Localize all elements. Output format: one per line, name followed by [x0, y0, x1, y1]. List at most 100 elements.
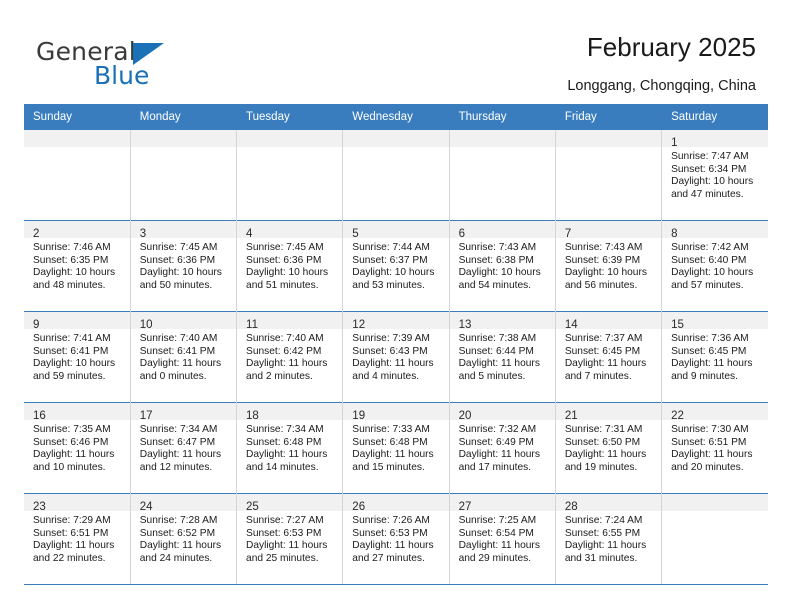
calendar-day-cell-empty [342, 129, 450, 221]
sunrise-time: Sunrise: 7:24 AM [564, 515, 643, 526]
logo-text-blue: Blue [94, 61, 150, 90]
daylight-duration-line1: Daylight: 11 hours [246, 449, 328, 461]
day-number-band: 7 [555, 221, 661, 240]
calendar-day-cell[interactable]: 1 Sunrise: 7:47 AM Sunset: 6:34 PM Daylight… [661, 129, 768, 221]
calendar-day-cell[interactable]: 22 Sunrise: 7:30 AM Sunset: 6:51 PM Dayligh… [661, 402, 768, 494]
calendar-day-cell[interactable]: 14 Sunrise: 7:37 AM Sunset: 6:45 PM Dayligh… [555, 311, 663, 403]
day-number-band: 6 [449, 221, 555, 240]
sunset-time: Sunset: 6:37 PM [352, 254, 428, 266]
day-cell-inner: 22 Sunrise: 7:30 AM Sunset: 6:51 PM Dayligh… [662, 403, 768, 494]
day-details: Sunrise: 7:36 AM Sunset: 6:45 PM Daylight:… [662, 329, 768, 383]
calendar-day-cell[interactable]: 20 Sunrise: 7:32 AM Sunset: 6:49 PM Dayligh… [449, 402, 556, 494]
calendar-day-cell[interactable]: 16 Sunrise: 7:35 AM Sunset: 6:46 PM Dayligh… [24, 402, 131, 494]
day-number-band: 4 [237, 221, 342, 240]
day-number-band [237, 130, 342, 147]
day-details: Sunrise: 7:44 AM Sunset: 6:37 PM Daylight:… [343, 238, 448, 292]
calendar-day-cell[interactable]: 18 Sunrise: 7:34 AM Sunset: 6:48 PM Dayligh… [236, 402, 344, 494]
calendar-day-cell[interactable]: 15 Sunrise: 7:36 AM Sunset: 6:45 PM Dayligh… [661, 311, 768, 403]
calendar-day-cell[interactable]: 28 Sunrise: 7:24 AM Sunset: 6:55 PM Dayligh… [555, 493, 663, 585]
day-number: 18 [246, 410, 259, 422]
day-number-band: 13 [449, 312, 555, 331]
day-details: Sunrise: 7:24 AM Sunset: 6:55 PM Daylight:… [556, 511, 661, 565]
day-cell-inner: 11 Sunrise: 7:40 AM Sunset: 6:42 PM Dayligh… [237, 312, 342, 403]
calendar-day-cell[interactable]: 10 Sunrise: 7:40 AM Sunset: 6:41 PM Dayligh… [130, 311, 238, 403]
daylight-duration-line1: Daylight: 11 hours [564, 358, 647, 370]
calendar-day-cell[interactable]: 17 Sunrise: 7:34 AM Sunset: 6:47 PM Dayligh… [130, 402, 238, 494]
daylight-duration-line1: Daylight: 10 hours [33, 267, 116, 279]
day-number-band: 21 [555, 403, 661, 422]
calendar-day-cell[interactable]: 4 Sunrise: 7:45 AM Sunset: 6:36 PM Daylight… [236, 220, 344, 312]
daylight-duration-line2: and 47 minutes. [671, 188, 744, 200]
daylight-duration-line2: and 31 minutes. [564, 552, 638, 564]
general-blue-logo[interactable]: General Blue [36, 38, 266, 94]
day-details: Sunrise: 7:39 AM Sunset: 6:43 PM Daylight:… [343, 329, 448, 383]
calendar-day-cell[interactable]: 12 Sunrise: 7:39 AM Sunset: 6:43 PM Dayligh… [342, 311, 450, 403]
day-number: 10 [139, 319, 153, 331]
daylight-duration-line1: Daylight: 10 hours [458, 267, 541, 279]
sunrise-time: Sunrise: 7:45 AM [139, 242, 218, 253]
day-number-band: 27 [449, 494, 555, 513]
calendar-body: 1 Sunrise: 7:47 AM Sunset: 6:34 PM Daylight… [24, 129, 768, 585]
sunset-time: Sunset: 6:45 PM [564, 345, 641, 357]
calendar-day-cell[interactable]: 27 Sunrise: 7:25 AM Sunset: 6:54 PM Dayligh… [449, 493, 556, 585]
sunset-time: Sunset: 6:53 PM [246, 527, 322, 539]
sunrise-time: Sunrise: 7:46 AM [33, 242, 111, 253]
day-details: Sunrise: 7:46 AM Sunset: 6:35 PM Daylight:… [24, 238, 129, 292]
day-number-band: 12 [343, 312, 449, 331]
day-cell-inner: 13 Sunrise: 7:38 AM Sunset: 6:44 PM Dayligh… [449, 312, 555, 403]
day-number: 23 [33, 501, 46, 513]
day-details: Sunrise: 7:35 AM Sunset: 6:46 PM Daylight:… [24, 420, 129, 474]
calendar-day-cell[interactable]: 11 Sunrise: 7:40 AM Sunset: 6:42 PM Dayligh… [236, 311, 344, 403]
calendar-day-cell[interactable]: 13 Sunrise: 7:38 AM Sunset: 6:44 PM Dayligh… [449, 311, 556, 403]
day-number-band [662, 494, 768, 511]
calendar-day-cell[interactable]: 2 Sunrise: 7:46 AM Sunset: 6:35 PM Daylight… [24, 220, 131, 312]
calendar-day-cell[interactable]: 3 Sunrise: 7:45 AM Sunset: 6:36 PM Daylight… [130, 220, 238, 312]
day-number: 12 [352, 319, 366, 331]
day-details: Sunrise: 7:34 AM Sunset: 6:48 PM Daylight:… [237, 420, 342, 474]
calendar-day-cell[interactable]: 19 Sunrise: 7:33 AM Sunset: 6:48 PM Dayligh… [342, 402, 450, 494]
day-cell-inner: 25 Sunrise: 7:27 AM Sunset: 6:53 PM Dayligh… [237, 494, 342, 584]
day-cell-inner [449, 130, 555, 221]
calendar-day-cell[interactable]: 7 Sunrise: 7:43 AM Sunset: 6:39 PM Daylight… [555, 220, 663, 312]
calendar-day-cell[interactable]: 24 Sunrise: 7:28 AM Sunset: 6:52 PM Dayligh… [130, 493, 238, 585]
daylight-duration-line1: Daylight: 11 hours [352, 358, 434, 370]
sunset-time: Sunset: 6:36 PM [139, 254, 216, 266]
daylight-duration-line2: and 59 minutes. [33, 370, 106, 382]
day-details: Sunrise: 7:26 AM Sunset: 6:53 PM Daylight:… [343, 511, 448, 565]
daylight-duration-line2: and 17 minutes. [458, 461, 532, 473]
sunrise-time: Sunrise: 7:43 AM [458, 242, 537, 253]
calendar-day-cell-empty [449, 129, 556, 221]
calendar-day-cell[interactable]: 6 Sunrise: 7:43 AM Sunset: 6:38 PM Daylight… [449, 220, 556, 312]
daylight-duration-line1: Daylight: 11 hours [246, 358, 328, 370]
calendar-day-cell[interactable]: 9 Sunrise: 7:41 AM Sunset: 6:41 PM Daylight… [24, 311, 131, 403]
day-number-band [130, 130, 236, 147]
daylight-duration-line1: Daylight: 11 hours [458, 540, 540, 552]
day-details: Sunrise: 7:43 AM Sunset: 6:38 PM Daylight:… [450, 238, 555, 292]
daylight-duration-line2: and 12 minutes. [139, 461, 213, 473]
day-cell-inner: 9 Sunrise: 7:41 AM Sunset: 6:41 PM Daylight… [24, 312, 130, 403]
calendar-day-cell[interactable]: 5 Sunrise: 7:44 AM Sunset: 6:37 PM Daylight… [342, 220, 450, 312]
calendar-day-cell[interactable]: 26 Sunrise: 7:26 AM Sunset: 6:53 PM Dayligh… [342, 493, 450, 585]
day-cell-inner: 20 Sunrise: 7:32 AM Sunset: 6:49 PM Dayligh… [449, 403, 555, 494]
day-cell-inner: 2 Sunrise: 7:46 AM Sunset: 6:35 PM Daylight… [24, 221, 130, 312]
day-cell-inner: 18 Sunrise: 7:34 AM Sunset: 6:48 PM Dayligh… [237, 403, 342, 494]
calendar-day-cell[interactable]: 23 Sunrise: 7:29 AM Sunset: 6:51 PM Dayligh… [24, 493, 131, 585]
calendar-page: General Blue February 2025 Longgang, Cho… [0, 0, 792, 612]
day-cell-inner: 19 Sunrise: 7:33 AM Sunset: 6:48 PM Dayligh… [343, 403, 449, 494]
calendar-day-cell[interactable]: 8 Sunrise: 7:42 AM Sunset: 6:40 PM Daylight… [661, 220, 768, 312]
sunset-time: Sunset: 6:39 PM [564, 254, 641, 266]
page-location-subtitle: Longgang, Chongqing, China [567, 78, 756, 94]
day-number-band: 5 [343, 221, 449, 240]
sunrise-time: Sunrise: 7:32 AM [458, 424, 537, 435]
day-number-band: 26 [343, 494, 449, 513]
day-cell-inner: 4 Sunrise: 7:45 AM Sunset: 6:36 PM Daylight… [237, 221, 342, 312]
day-details: Sunrise: 7:33 AM Sunset: 6:48 PM Daylight:… [343, 420, 448, 474]
calendar-week-row: 23 Sunrise: 7:29 AM Sunset: 6:51 PM Dayligh… [24, 493, 768, 585]
calendar-day-cell[interactable]: 25 Sunrise: 7:27 AM Sunset: 6:53 PM Dayligh… [236, 493, 344, 585]
calendar-week-row: 16 Sunrise: 7:35 AM Sunset: 6:46 PM Dayligh… [24, 402, 768, 494]
sunset-time: Sunset: 6:34 PM [671, 163, 747, 175]
calendar-day-cell[interactable]: 21 Sunrise: 7:31 AM Sunset: 6:50 PM Dayligh… [555, 402, 663, 494]
daylight-duration-line2: and 56 minutes. [564, 279, 638, 291]
daylight-duration-line1: Daylight: 11 hours [139, 540, 222, 552]
sunrise-time: Sunrise: 7:45 AM [246, 242, 324, 253]
